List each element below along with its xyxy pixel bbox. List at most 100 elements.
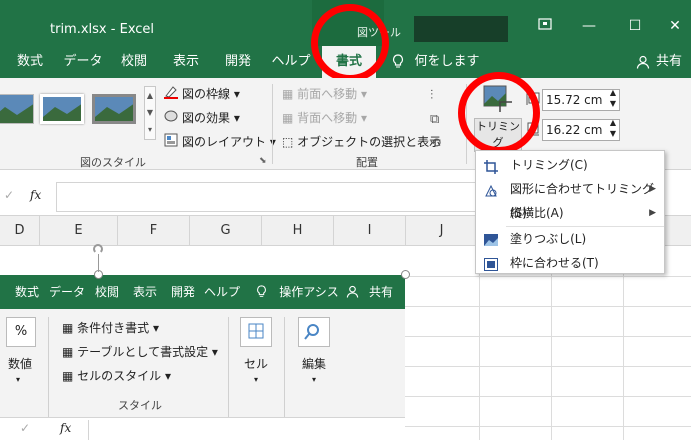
height-spin-arrows[interactable]: ▲ ▼	[610, 87, 616, 109]
cells-dropdown-arrow: ▾	[254, 375, 259, 384]
gridline	[405, 366, 691, 367]
height-value: 15.72 cm	[546, 93, 603, 107]
selection-pane-button[interactable]: ⬚ オブジェクトの選択と表示	[282, 133, 441, 150]
gridline	[405, 276, 691, 277]
account-area[interactable]	[414, 16, 508, 42]
group-separator	[272, 84, 273, 164]
number-group-label: 数値	[8, 357, 33, 371]
menu-item-fit[interactable]: 枠に合わせる(T)	[476, 251, 664, 275]
menu-item-crop[interactable]: トリミング(C)	[476, 153, 664, 177]
minimize-button[interactable]: —	[574, 14, 604, 38]
fill-icon	[484, 232, 498, 246]
align-icons[interactable]: ⫶ ⧉ ⟲	[430, 84, 441, 156]
embedded-lightbulb-icon	[256, 285, 267, 302]
send-backward-button[interactable]: ▦ 背面へ移動 ▾	[282, 109, 367, 126]
search-icon	[298, 317, 330, 347]
column-header-j[interactable]: J	[406, 216, 478, 246]
tab-formulas[interactable]: 数式	[8, 46, 52, 78]
menu-item-aspect-ratio-label: 縦横比(A)	[510, 206, 564, 220]
style-thumb-1[interactable]	[0, 94, 34, 124]
bring-forward-label: 前面へ移動	[297, 87, 358, 101]
picture-layout-button[interactable]: 図のレイアウト ▾	[182, 133, 276, 150]
cell-styles-button: ▦ セルのスタイル ▾	[62, 369, 172, 383]
menu-item-fill[interactable]: 塗りつぶし(L)	[476, 227, 664, 251]
embedded-cancel-icon: ✓	[20, 421, 31, 435]
cancel-icon[interactable]: ✓	[4, 188, 14, 202]
tab-data[interactable]: データ	[60, 46, 106, 78]
embedded-person-icon	[346, 285, 359, 301]
maximize-button[interactable]: ☐	[620, 14, 650, 38]
formula-input[interactable]	[56, 182, 476, 212]
picture-effects-label: 図の効果	[182, 111, 231, 125]
tab-review[interactable]: 校閲	[114, 46, 154, 78]
style-thumb-3[interactable]	[92, 94, 136, 124]
column-header-f[interactable]: F	[118, 216, 190, 246]
width-spinner[interactable]: 16.22 cm ▲ ▼	[542, 117, 620, 141]
picture-effects-icon	[164, 109, 178, 126]
fx-icon[interactable]: fx	[30, 188, 41, 202]
styles-group-label: スタイル	[118, 399, 162, 412]
embedded-tab-help: ヘルプ	[203, 285, 240, 299]
close-button[interactable]: ✕	[660, 14, 690, 38]
menu-item-fill-label: 塗りつぶし(L)	[510, 232, 587, 246]
tab-view[interactable]: 表示	[166, 46, 206, 78]
width-value: 16.22 cm	[546, 123, 603, 137]
shape-crop-icon	[484, 182, 498, 197]
share-button[interactable]: 共有	[652, 46, 686, 78]
height-spinner[interactable]: 15.72 cm ▲ ▼	[542, 87, 620, 111]
picture-border-button[interactable]: 図の枠線 ▾	[182, 85, 240, 102]
dialog-launcher-icon[interactable]: ⬊	[259, 156, 267, 166]
embedded-formula-bar: ✓ fx	[0, 417, 405, 440]
editing-dropdown-arrow: ▾	[312, 375, 317, 384]
crop-icon	[484, 158, 498, 174]
embedded-tab-developer: 開発	[170, 285, 195, 299]
width-spin-arrows[interactable]: ▲ ▼	[610, 117, 616, 139]
title-separator: -	[110, 22, 116, 37]
tab-help[interactable]: ヘルプ	[268, 46, 314, 78]
resize-handle-top-right[interactable]	[401, 270, 410, 279]
number-dropdown-arrow: ▾	[16, 375, 21, 384]
window-title: trim.xlsx - Excel	[50, 22, 154, 37]
embedded-fx-icon: fx	[60, 421, 72, 435]
column-header-e[interactable]: E	[40, 216, 118, 246]
menu-item-fit-label: 枠に合わせる(T)	[510, 256, 599, 270]
embedded-tab-view: 表示	[132, 285, 157, 299]
bring-forward-button[interactable]: ▦ 前面へ移動 ▾	[282, 85, 367, 102]
percent-button: %	[6, 317, 36, 347]
submenu-arrow-icon: ▶	[649, 208, 656, 218]
restore-icon[interactable]	[530, 14, 560, 38]
menu-item-aspect-ratio[interactable]: 縦横比(A) ▶	[476, 201, 664, 225]
picture-border-icon	[164, 85, 178, 102]
style-thumb-2[interactable]	[40, 94, 84, 124]
tell-me-search[interactable]: 何をしますか	[412, 46, 482, 101]
editing-group-label: 編集	[302, 357, 327, 371]
cells-icon	[240, 317, 272, 347]
lightbulb-icon	[392, 54, 404, 73]
menu-item-crop-label: トリミング(C)	[510, 158, 588, 172]
gridline	[405, 396, 691, 397]
selection-pane-label: オブジェクトの選択と表示	[297, 135, 442, 149]
styles-gallery-scroll[interactable]: ▲ ▼ ▾	[144, 86, 156, 140]
cells-group-label: セル	[244, 357, 269, 371]
embedded-picture[interactable]: 数式 データ 校閲 表示 開発 ヘルプ 操作アシス 共有 % 数値 ▾ ▦ 条件…	[0, 275, 405, 440]
rotate-handle-icon[interactable]	[93, 244, 103, 254]
highlight-circle-format	[311, 4, 389, 82]
gridline	[405, 306, 691, 307]
column-header-g[interactable]: G	[190, 216, 262, 246]
embedded-separator-2	[228, 317, 229, 417]
file-name: trim.xlsx	[50, 22, 107, 37]
menu-item-crop-to-shape[interactable]: 図形に合わせてトリミング(S) ▶	[476, 177, 664, 220]
app-name: Excel	[119, 22, 155, 37]
column-header-i[interactable]: I	[334, 216, 406, 246]
column-header-d[interactable]: D	[0, 216, 40, 246]
picture-effects-button[interactable]: 図の効果 ▾	[182, 109, 240, 126]
embedded-separator-3	[284, 317, 285, 417]
arrange-group-label: 配置	[356, 156, 378, 169]
embedded-separator	[48, 317, 49, 417]
tab-developer[interactable]: 開発	[218, 46, 258, 78]
send-backward-label: 背面へ移動	[297, 111, 358, 125]
column-header-h[interactable]: H	[262, 216, 334, 246]
embedded-tell-me: 操作アシス	[279, 285, 339, 299]
crop-dropdown-menu: トリミング(C) 図形に合わせてトリミング(S) ▶ 縦横比(A) ▶ 塗りつぶ…	[475, 150, 665, 274]
format-as-table-label: テーブルとして書式設定	[77, 345, 209, 359]
